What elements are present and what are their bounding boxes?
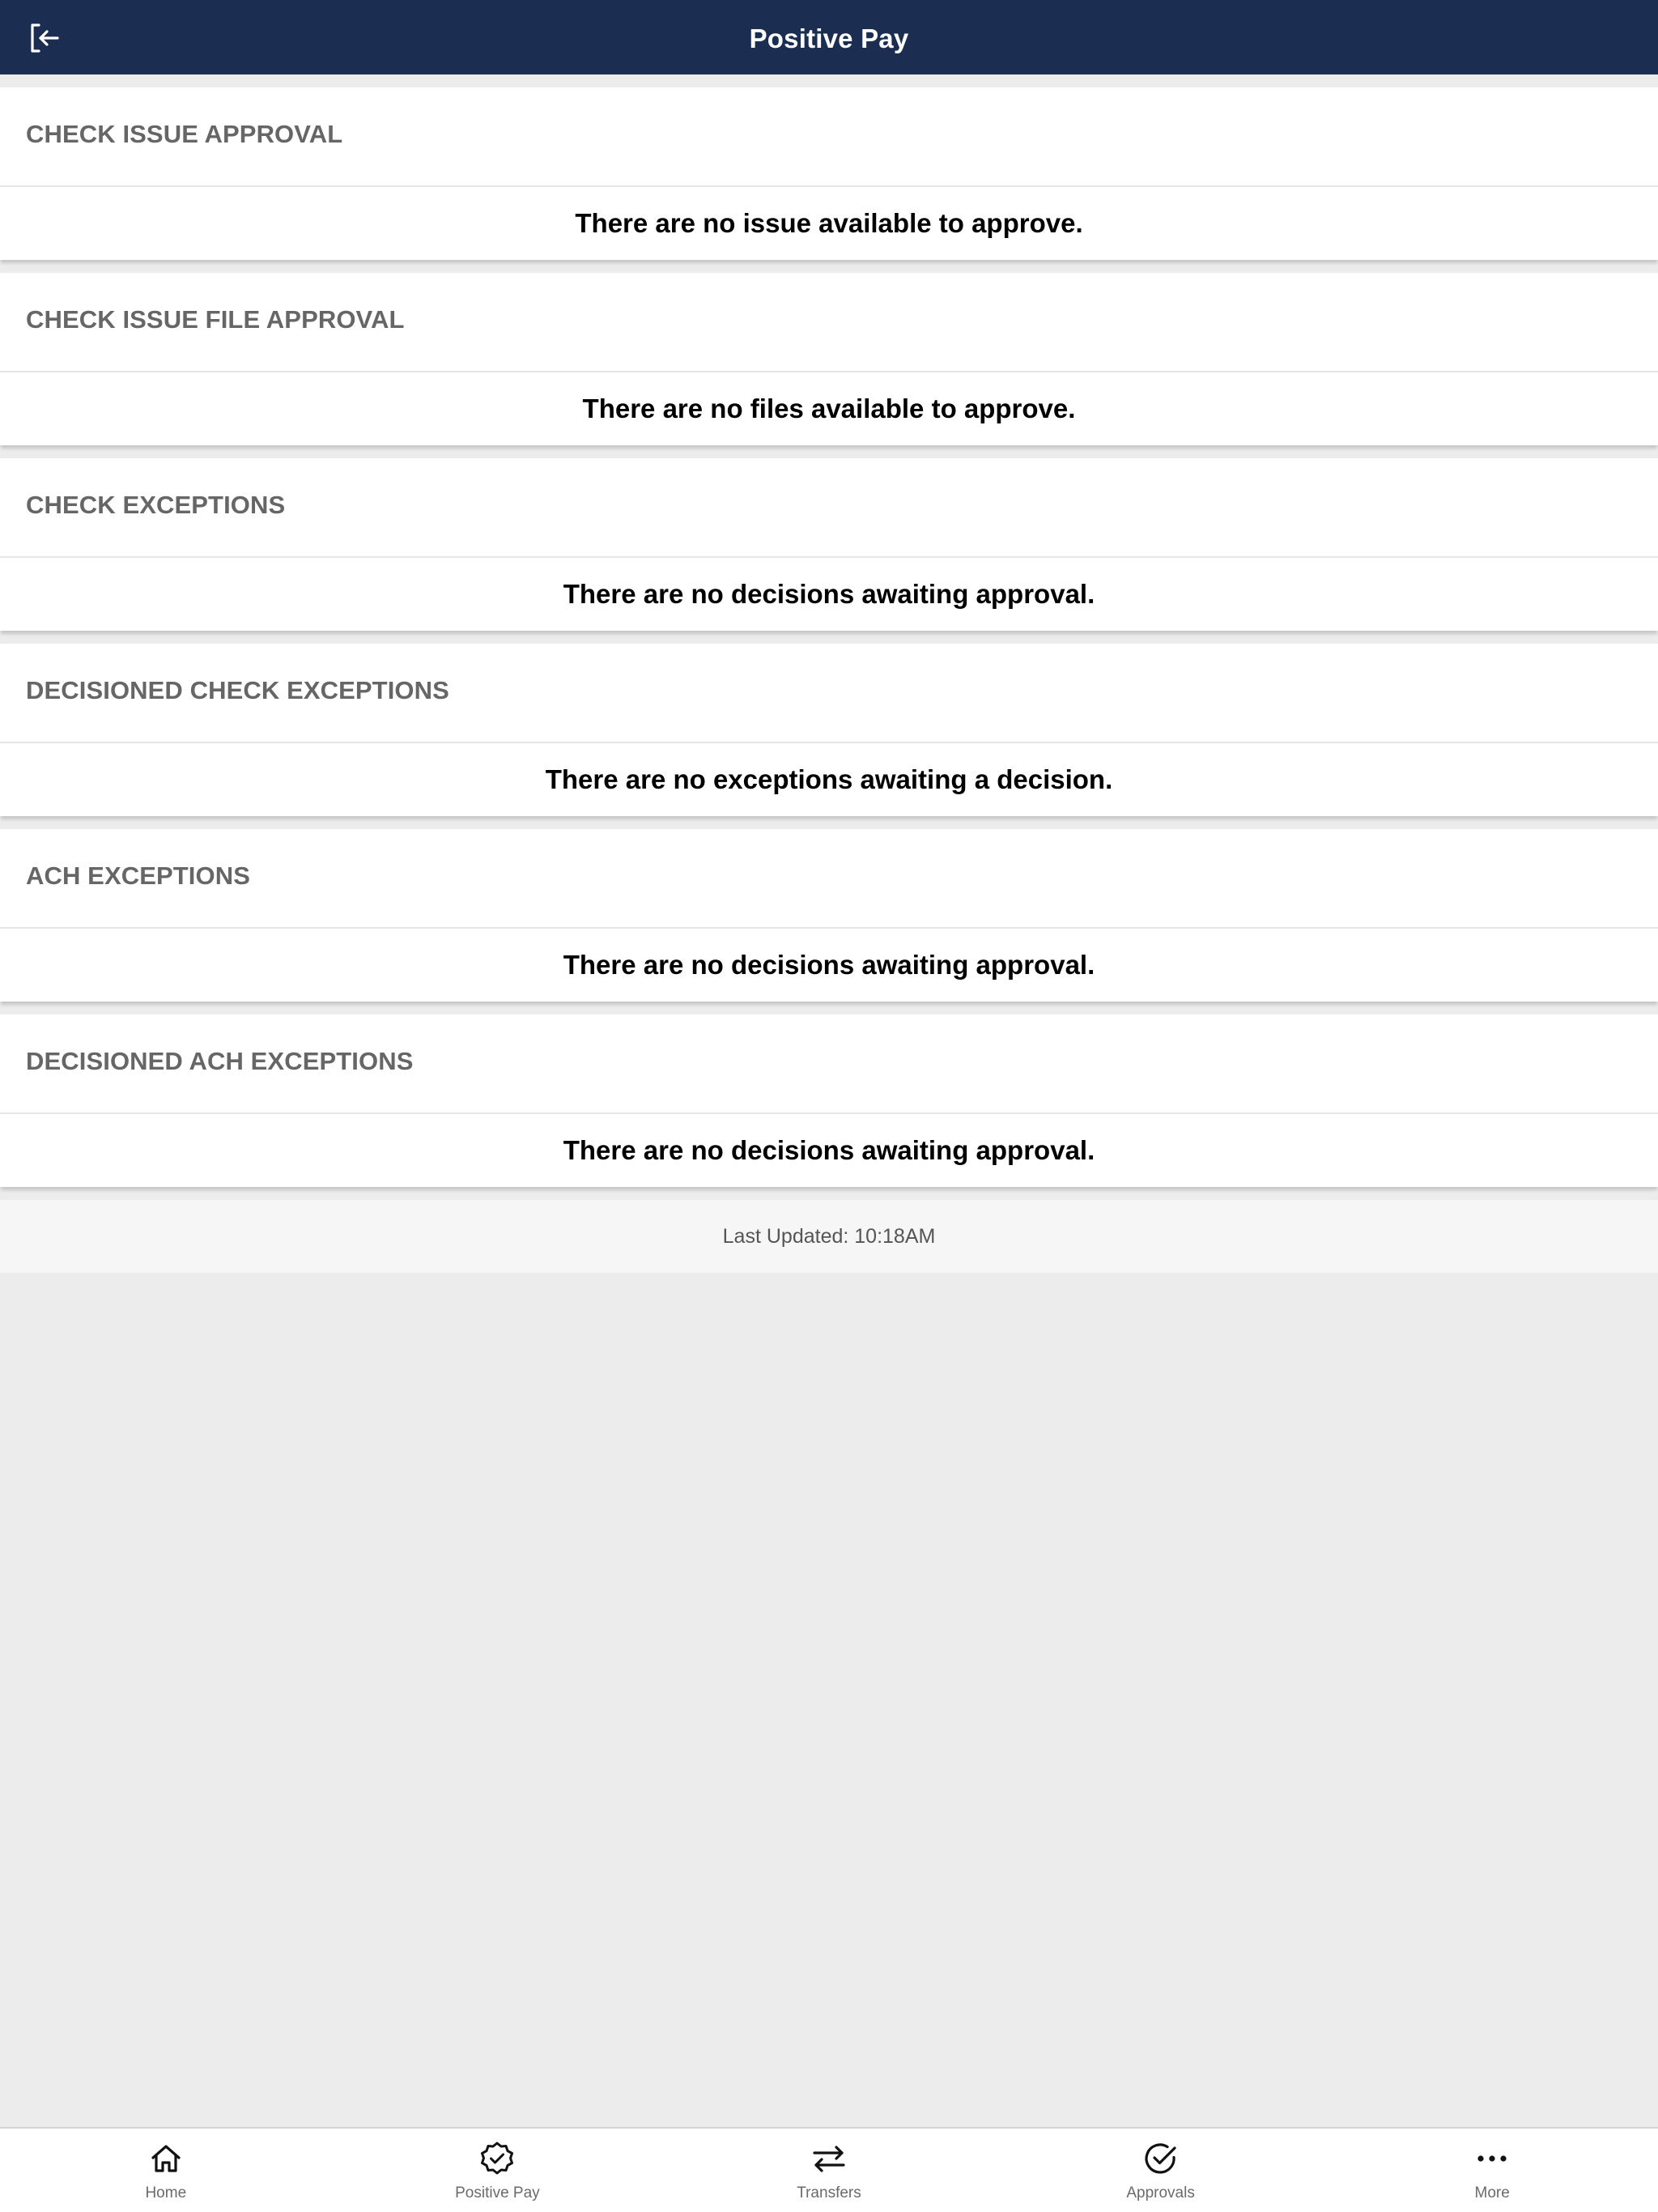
section-check-issue-file-approval: CHECK ISSUE FILE APPROVAL There are no f… <box>0 273 1658 445</box>
section-ach-exceptions: ACH EXCEPTIONS There are no decisions aw… <box>0 829 1658 1002</box>
empty-state-message: There are no files available to approve. <box>582 393 1076 423</box>
tab-home[interactable]: Home <box>0 2129 332 2212</box>
section-title: CHECK ISSUE FILE APPROVAL <box>26 305 405 334</box>
section-title: DECISIONED CHECK EXCEPTIONS <box>26 676 449 704</box>
section-title: DECISIONED ACH EXCEPTIONS <box>26 1047 414 1075</box>
bottom-tab-bar: Home Positive Pay Transfers Approvals Mo… <box>0 2127 1658 2212</box>
tab-approvals[interactable]: Approvals <box>995 2129 1327 2212</box>
more-dots-icon <box>1473 2140 1511 2177</box>
section-header: DECISIONED CHECK EXCEPTIONS <box>0 644 1658 743</box>
top-app-bar: Positive Pay <box>0 0 1658 74</box>
tab-positive-pay[interactable]: Positive Pay <box>332 2129 664 2212</box>
section-title: CHECK ISSUE APPROVAL <box>26 120 343 148</box>
main-content: CHECK ISSUE APPROVAL There are no issue … <box>0 74 1658 1273</box>
tab-label: Positive Pay <box>455 2184 540 2201</box>
tab-label: Home <box>145 2184 187 2201</box>
empty-state-message: There are no issue available to approve. <box>575 208 1083 238</box>
page-title: Positive Pay <box>749 23 909 53</box>
tab-label: More <box>1474 2184 1510 2201</box>
section-decisioned-check-exceptions: DECISIONED CHECK EXCEPTIONS There are no… <box>0 644 1658 816</box>
section-check-exceptions: CHECK EXCEPTIONS There are no decisions … <box>0 458 1658 631</box>
empty-state-message: There are no decisions awaiting approval… <box>563 579 1095 609</box>
empty-state-message: There are no decisions awaiting approval… <box>563 1135 1095 1165</box>
badge-check-icon <box>478 2140 516 2177</box>
tab-more[interactable]: More <box>1326 2129 1658 2212</box>
section-header: DECISIONED ACH EXCEPTIONS <box>0 1015 1658 1114</box>
transfer-arrows-icon <box>810 2140 848 2177</box>
empty-state-message: There are no decisions awaiting approval… <box>563 950 1095 980</box>
section-header: CHECK EXCEPTIONS <box>0 458 1658 558</box>
tab-label: Approvals <box>1126 2184 1195 2201</box>
tab-transfers[interactable]: Transfers <box>663 2129 995 2212</box>
empty-state-message: There are no exceptions awaiting a decis… <box>545 764 1113 794</box>
section-header: CHECK ISSUE APPROVAL <box>0 87 1658 187</box>
section-title: ACH EXCEPTIONS <box>26 861 250 890</box>
section-check-issue-approval: CHECK ISSUE APPROVAL There are no issue … <box>0 87 1658 260</box>
last-updated-text: Last Updated: 10:18AM <box>0 1200 1658 1273</box>
section-header: ACH EXCEPTIONS <box>0 829 1658 929</box>
section-header: CHECK ISSUE FILE APPROVAL <box>0 273 1658 372</box>
circle-check-icon <box>1142 2140 1180 2177</box>
section-decisioned-ach-exceptions: DECISIONED ACH EXCEPTIONS There are no d… <box>0 1015 1658 1187</box>
tab-label: Transfers <box>797 2184 861 2201</box>
home-icon <box>147 2140 185 2177</box>
section-title: CHECK EXCEPTIONS <box>26 491 286 519</box>
